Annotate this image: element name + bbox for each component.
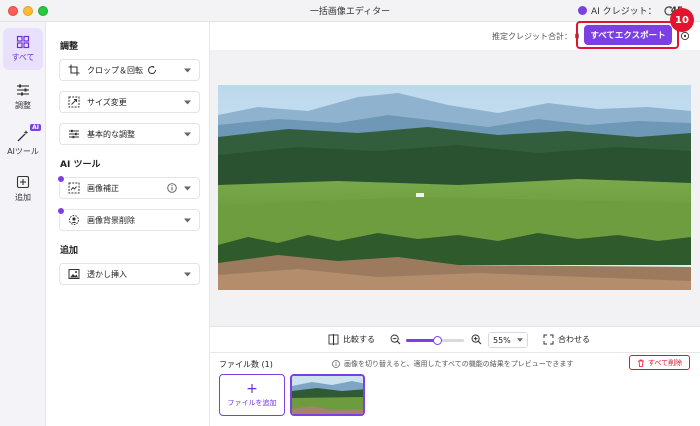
zoom-out-icon[interactable]	[390, 334, 401, 345]
plus-icon: +	[246, 381, 258, 397]
file-strip: ファイル数 (1) 画像を切り替えると、適用したすべての機能の結果をプレビューで…	[210, 352, 700, 426]
chevron-down-icon	[184, 218, 191, 223]
zoom-level-value: 55%	[493, 335, 511, 345]
ai-badge: AI	[30, 124, 41, 131]
enhance-icon	[68, 182, 80, 194]
rail-item-adjust[interactable]: 調整	[3, 76, 43, 118]
tutorial-highlight	[576, 21, 679, 49]
rail-item-add[interactable]: 追加	[3, 168, 43, 210]
crop-icon	[68, 64, 80, 76]
info-icon[interactable]	[167, 183, 177, 193]
tool-label-watermark: 透かし挿入	[87, 269, 127, 279]
ai-dot-icon	[57, 175, 65, 183]
chevron-down-icon	[184, 272, 191, 277]
tool-watermark[interactable]: 透かし挿入	[59, 263, 200, 285]
tutorial-step-badge: 10	[670, 8, 694, 32]
landscape-photo	[218, 85, 691, 290]
section-title-ai: AI ツール	[60, 160, 101, 170]
tool-basic-adjust[interactable]: 基本的な調整	[59, 123, 200, 145]
settings-gear-icon[interactable]	[680, 31, 690, 41]
tool-bg-remove[interactable]: 画像背景削除	[57, 207, 200, 231]
tool-resize[interactable]: サイズ変更	[59, 91, 200, 113]
file-thumbnail[interactable]	[290, 374, 365, 416]
tool-label-enhance: 画像補正	[87, 183, 119, 193]
zoom-bar: 比較する 55% 合わせる	[210, 326, 700, 352]
rail-label-ai-tools: AIツール	[7, 147, 39, 156]
preview-hint-text: 画像を切り替えると、適用したすべての機能の結果をプレビューできます	[344, 360, 574, 368]
compare-label: 比較する	[343, 335, 375, 344]
fit-screen-icon	[543, 334, 554, 345]
image-icon	[68, 269, 80, 279]
tool-crop-rotate[interactable]: クロップ＆回転	[59, 59, 200, 81]
rail-label-add: 追加	[15, 193, 31, 202]
preview-hint: 画像を切り替えると、適用したすべての機能の結果をプレビューできます	[332, 359, 573, 369]
sliders-icon	[69, 129, 79, 139]
zoom-slider-thumb[interactable]	[433, 336, 443, 345]
chevron-down-icon	[184, 68, 191, 73]
fit-label: 合わせる	[558, 335, 590, 344]
tool-label-crop: クロップ＆回転	[87, 65, 143, 75]
background-remove-icon	[69, 215, 79, 225]
tool-enhance[interactable]: 画像補正	[57, 175, 200, 199]
left-rail: すべて 調整 AI AIツール 追加	[0, 22, 46, 426]
rail-item-ai-tools[interactable]: AI AIツール	[3, 122, 43, 164]
plus-square-icon	[16, 175, 30, 189]
fit-button[interactable]: 合わせる	[543, 334, 590, 345]
chevron-down-icon	[184, 100, 191, 105]
zoom-level-select[interactable]: 55%	[488, 332, 528, 348]
main-area: 推定クレジット合計： 0 すべてエクスポート 10 比較する 55% 合わせる …	[210, 8, 700, 426]
compare-icon	[328, 334, 339, 345]
estimated-credits: 推定クレジット合計： 0	[492, 32, 580, 41]
thumbnail-image	[292, 376, 363, 414]
rail-label-all: すべて	[11, 53, 35, 62]
ai-dot-icon	[57, 207, 65, 215]
add-file-label: ファイルを追加	[227, 399, 277, 407]
rotate-icon	[148, 65, 157, 75]
tool-label-resize: サイズ変更	[87, 97, 127, 107]
credit-icon	[578, 6, 587, 15]
zoom-in-icon[interactable]	[471, 334, 482, 345]
rail-item-all[interactable]: すべて	[3, 28, 43, 70]
compare-button[interactable]: 比較する	[328, 334, 375, 345]
chevron-down-icon	[517, 338, 523, 342]
zoom-slider[interactable]	[406, 336, 464, 345]
section-title-add: 追加	[60, 246, 79, 256]
add-file-button[interactable]: + ファイルを追加	[219, 374, 285, 416]
title-bar: 一括画像エディター AI クレジット： 45	[0, 0, 700, 22]
trash-icon	[637, 359, 644, 367]
tool-label-basic: 基本的な調整	[87, 129, 135, 139]
delete-all-label: すべて削除	[647, 358, 683, 367]
grid-icon	[16, 35, 30, 49]
rail-label-adjust: 調整	[15, 101, 31, 110]
delete-all-button[interactable]: すべて削除	[629, 355, 690, 370]
resize-icon	[68, 96, 80, 108]
chevron-down-icon	[184, 132, 191, 137]
magic-wand-icon	[17, 130, 29, 142]
file-count: ファイル数 (1)	[219, 360, 273, 369]
section-title-adjust: 調整	[60, 42, 79, 52]
settings-panel: 調整 クロップ＆回転 サイズ変更 基本的な調整 AI ツール 画像補正 画像背景…	[46, 22, 210, 426]
info-icon	[332, 360, 340, 368]
preview-canvas	[210, 50, 700, 346]
sliders-icon	[17, 84, 29, 96]
credit-label: AI クレジット：	[591, 7, 657, 17]
chevron-down-icon	[184, 186, 191, 191]
tool-label-bg-remove: 画像背景削除	[87, 215, 135, 225]
